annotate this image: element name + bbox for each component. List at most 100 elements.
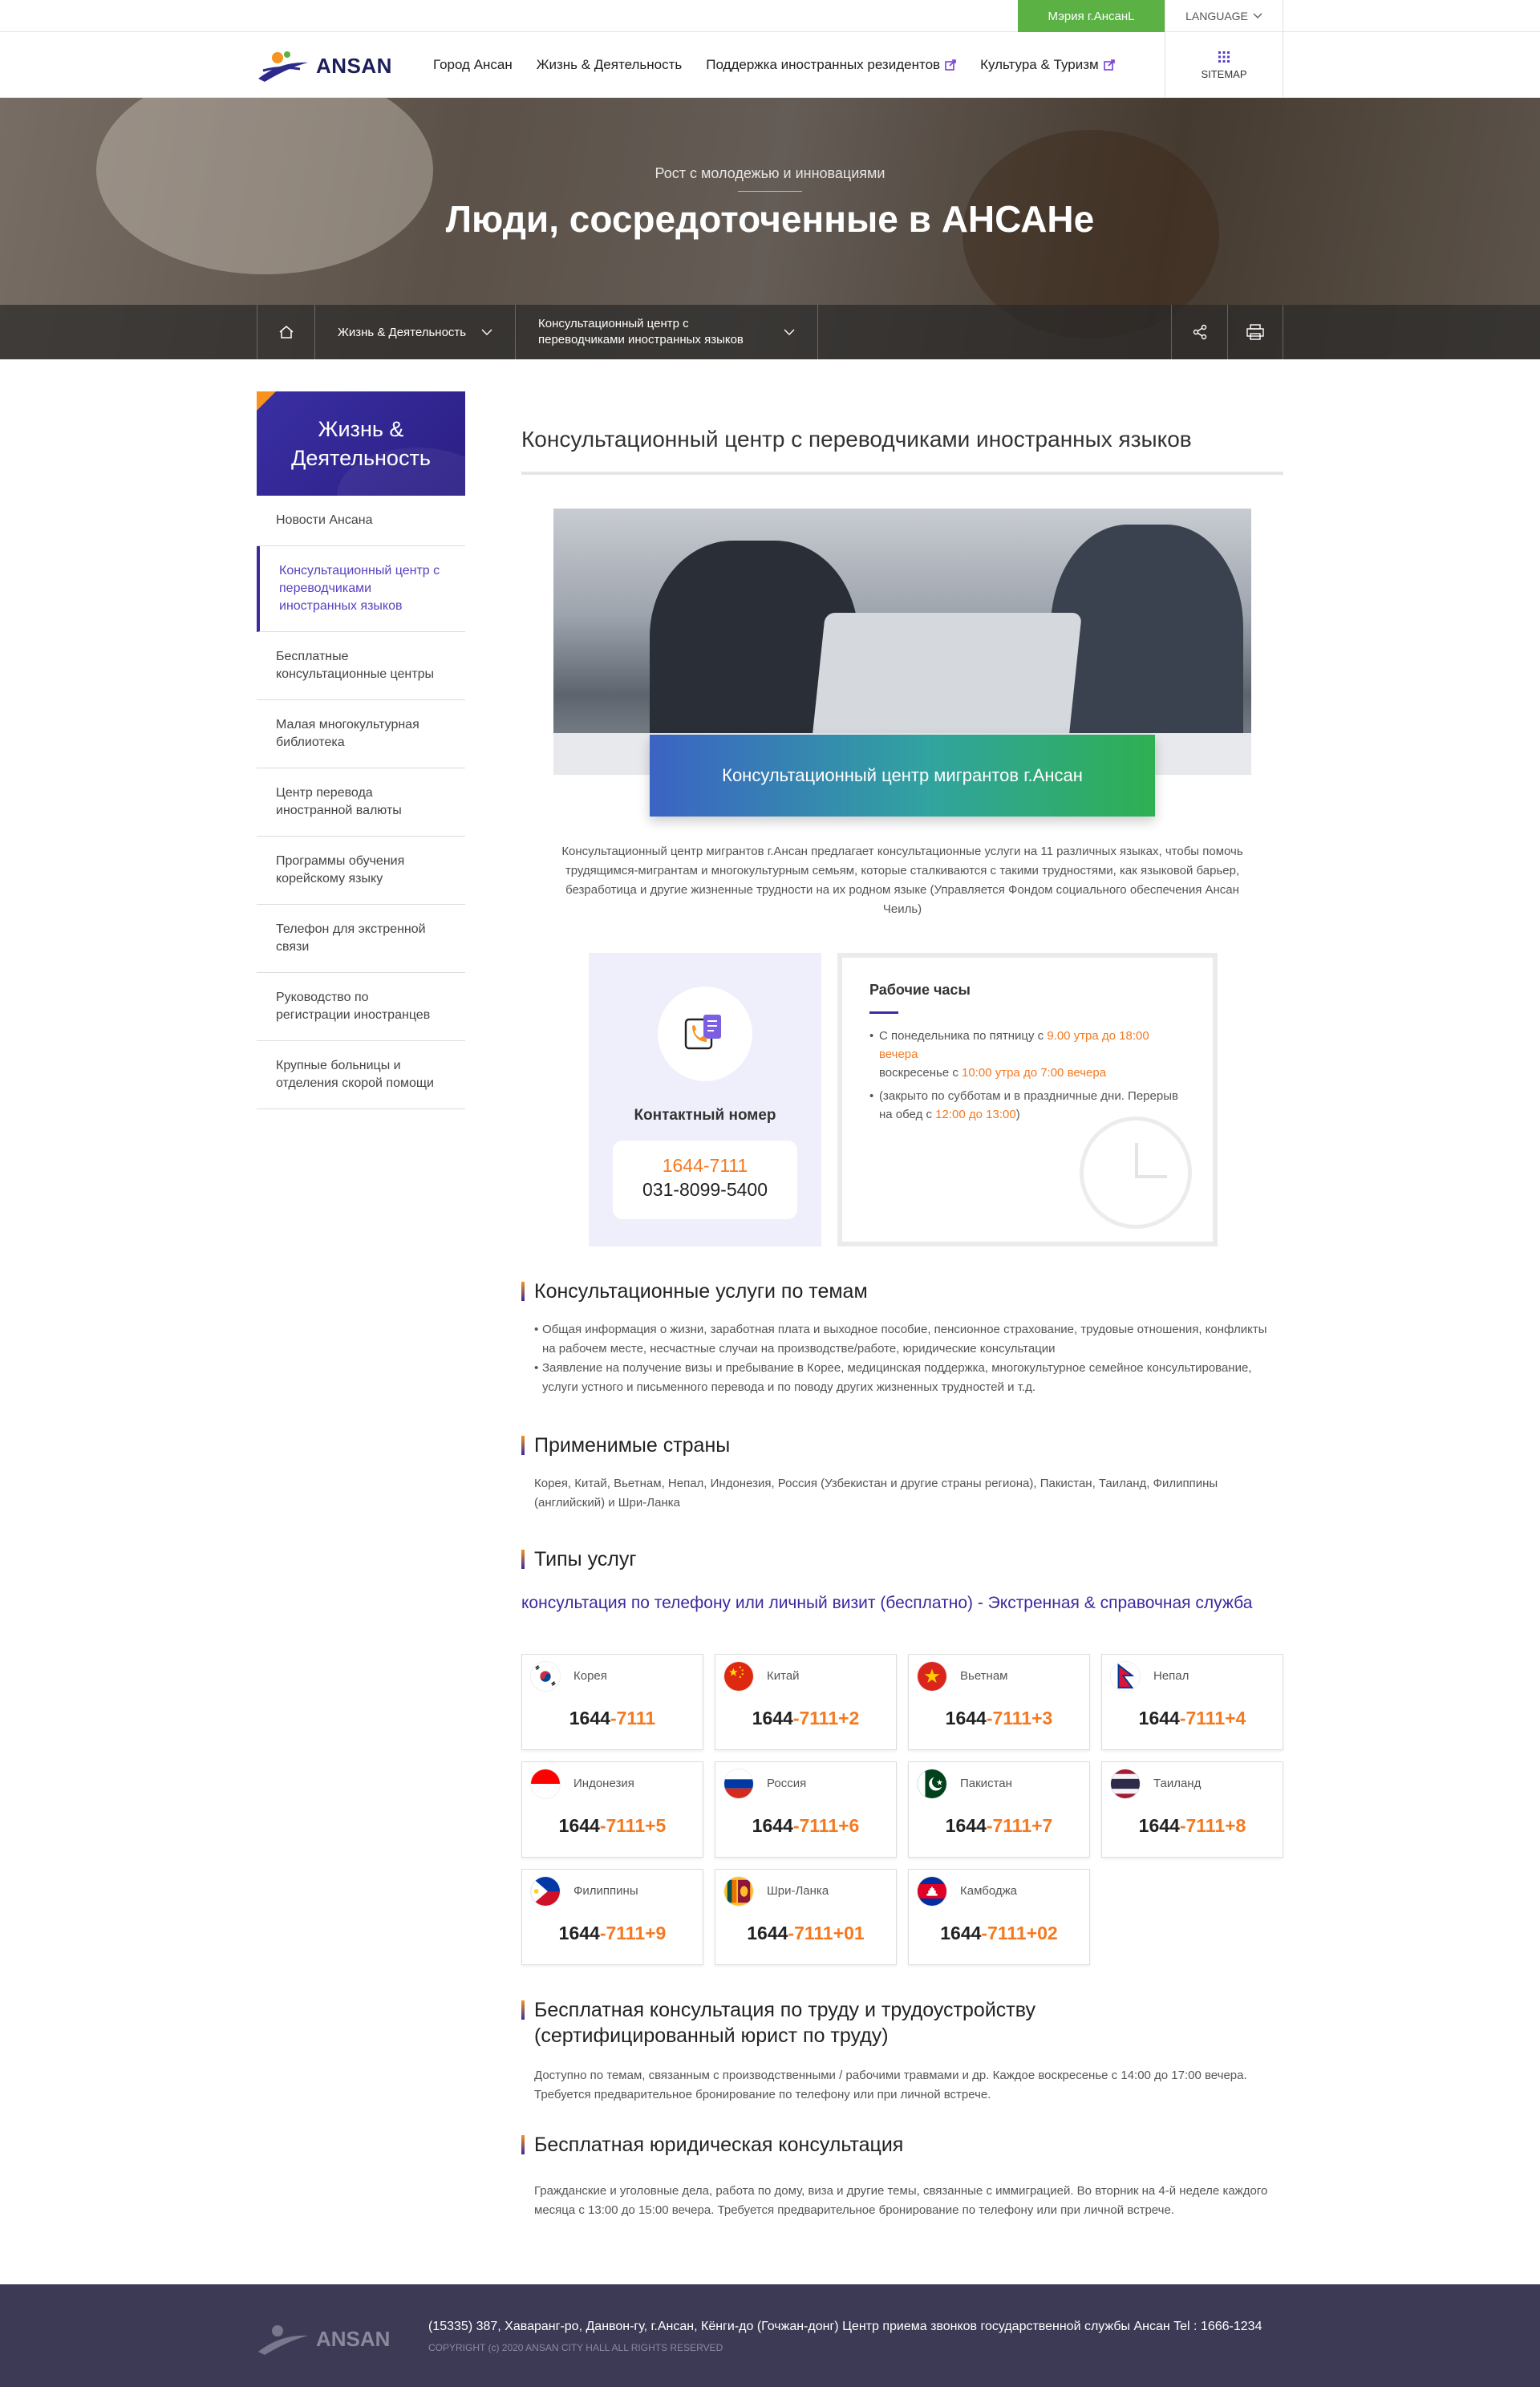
country-phone: 1644-7111+9 <box>558 1923 667 1943</box>
country-card-pakistan[interactable]: Пакистан 1644-7111+7 <box>908 1761 1090 1858</box>
sidebar-item-currency[interactable]: Центр перевода иностранной валюты <box>257 768 465 837</box>
ansan-logo-icon <box>258 2325 308 2355</box>
labor-text: Доступно по темам, связанным с производс… <box>534 2069 1247 2101</box>
nav-item-culture[interactable]: Культура & Туризм <box>980 57 1115 73</box>
hero-title: Люди, сосредоточенные в АНСАНе <box>445 198 1095 240</box>
country-card-philippines[interactable]: Филиппины 1644-7111+9 <box>521 1869 703 1965</box>
russia-flag-icon <box>723 1769 754 1799</box>
legal-text: Гражданские и уголовные дела, работа по … <box>534 2184 1268 2217</box>
cambodia-flag-icon <box>917 1876 947 1907</box>
utility-bar: Мэрия г.АнсанL LANGUAGE <box>0 0 1540 32</box>
main-nav: Город Ансан Жизнь & Деятельность Поддерж… <box>433 32 1115 98</box>
breadcrumb-home[interactable] <box>257 305 314 359</box>
china-flag-icon <box>723 1661 754 1692</box>
sidebar-item-news[interactable]: Новости Ансана <box>257 496 465 546</box>
country-card-nepal[interactable]: Непал 1644-7111+4 <box>1101 1654 1283 1750</box>
sidebar-item-emergency-phone[interactable]: Телефон для экстренной связи <box>257 905 465 973</box>
indonesia-flag-icon <box>530 1769 561 1799</box>
legal-title: Бесплатная юридическая консультация <box>521 2132 903 2158</box>
thailand-flag-icon <box>1110 1769 1141 1799</box>
country-card-sri-lanka[interactable]: Шри-Ланка 1644-7111+01 <box>715 1869 897 1965</box>
country-card-thailand[interactable]: Таиланд 1644-7111+8 <box>1101 1761 1283 1858</box>
vietnam-flag-icon <box>917 1661 947 1692</box>
topics-item: Общая информация о жизни, заработная пла… <box>534 1320 1280 1359</box>
nav-item-city[interactable]: Город Ансан <box>433 57 513 73</box>
country-card-indonesia[interactable]: Индонезия 1644-7111+5 <box>521 1761 703 1858</box>
hours-box: Рабочие часы С понедельника по пятницу с… <box>837 953 1218 1246</box>
contact-phones: 1644-7111 031-8099-5400 <box>613 1141 797 1219</box>
sidebar-item-free-consult[interactable]: Бесплатные консультационные центры <box>257 632 465 700</box>
country-card-russia[interactable]: Россия 1644-7111+6 <box>715 1761 897 1858</box>
service-types-title: Типы услуг <box>521 1546 637 1572</box>
country-card-cambodia[interactable]: Камбоджа 1644-7111+02 <box>908 1869 1090 1965</box>
footer: ANSAN (15335) 387, Хаваранг-ро, Данвон-г… <box>0 2284 1540 2387</box>
hours-weekdays: С понедельника по пятницу с 9.00 утра до… <box>869 1027 1185 1082</box>
sidebar-title: Жизнь & Деятельность <box>257 391 465 496</box>
phone-number-1[interactable]: 1644-7111 <box>613 1153 797 1177</box>
footer-copyright: COPYRIGHT (c) 2020 ANSAN CITY HALL ALL R… <box>428 2342 723 2353</box>
hero-subtitle: Рост с молодежью и инновациями <box>654 165 886 181</box>
sidebar-item-library[interactable]: Малая многокультурная библиотека <box>257 700 465 768</box>
countries-text: Корея, Китай, Вьетнам, Непал, Индонезия,… <box>534 1477 1218 1510</box>
main-content: Консультационный центр с переводчиками и… <box>521 391 1283 2217</box>
country-phone: 1644-7111+8 <box>1138 1815 1246 1836</box>
country-phone: 1644-7111+7 <box>945 1815 1053 1836</box>
phone-number-2[interactable]: 031-8099-5400 <box>613 1177 797 1202</box>
external-link-icon <box>1103 59 1115 71</box>
site-logo[interactable]: ANSAN <box>257 47 392 85</box>
contact-title: Контактный номер <box>634 1107 776 1124</box>
country-phone: 1644-7111+3 <box>945 1708 1053 1728</box>
footer-logo: ANSAN <box>257 2320 390 2358</box>
sidebar-item-translation-center[interactable]: Консультационный центр с переводчиками и… <box>257 546 465 632</box>
language-select[interactable]: LANGUAGE <box>1165 0 1283 32</box>
phone-chat-icon <box>684 1015 721 1050</box>
country-phone: 1644-7111+2 <box>752 1708 860 1728</box>
hours-title: Рабочие часы <box>869 982 971 998</box>
philippines-flag-icon <box>530 1876 561 1907</box>
countries-title: Применимые страны <box>521 1433 730 1458</box>
sitemap-label: SITEMAP <box>1201 67 1247 80</box>
sidebar-item-korean-courses[interactable]: Программы обучения корейскому языку <box>257 837 465 905</box>
country-phone: 1644-7111+6 <box>752 1815 860 1836</box>
country-card-korea[interactable]: Корея 1644-7111 <box>521 1654 703 1750</box>
grid-icon <box>1218 51 1230 63</box>
country-cards: Корея 1644-7111 Китай 1644-7111+2 Вьетна… <box>521 1654 1283 1965</box>
topics-list: Общая информация о жизни, заработная пла… <box>534 1320 1280 1397</box>
center-name-banner: Консультационный центр мигрантов г.Ансан <box>650 735 1155 817</box>
home-icon <box>279 326 293 338</box>
breadcrumb-level1[interactable]: Жизнь & Деятельность <box>314 305 515 359</box>
page-title: Консультационный центр с переводчиками и… <box>521 391 1283 475</box>
nav-item-life[interactable]: Жизнь & Деятельность <box>537 57 682 73</box>
share-button[interactable] <box>1171 305 1227 359</box>
clock-icon <box>1080 1116 1192 1229</box>
share-icon <box>1193 324 1206 340</box>
nepal-flag-icon <box>1110 1661 1141 1692</box>
pakistan-flag-icon <box>917 1769 947 1799</box>
external-link-icon <box>945 59 956 71</box>
country-phone: 1644-7111+5 <box>558 1815 667 1836</box>
topics-title: Консультационные услуги по темам <box>521 1279 868 1304</box>
topics-item: Заявление на получение визы и пребывание… <box>534 1359 1280 1397</box>
print-button[interactable] <box>1227 305 1283 359</box>
sri-lanka-flag-icon <box>723 1876 754 1907</box>
chevron-down-icon <box>784 329 795 335</box>
chevron-down-icon <box>481 329 492 335</box>
footer-address: (15335) 387, Хаваранг-ро, Данвон-гу, г.А… <box>428 2320 1262 2333</box>
service-types-subhead: консультация по телефону или личный визи… <box>521 1594 1253 1612</box>
city-hall-link[interactable]: Мэрия г.АнсанL <box>1018 0 1165 32</box>
logo-text: ANSAN <box>316 53 392 78</box>
country-card-china[interactable]: Китай 1644-7111+2 <box>715 1654 897 1750</box>
korea-flag-icon <box>530 1661 561 1692</box>
hero-banner: Рост с молодежью и инновациями Люди, сос… <box>0 98 1540 359</box>
country-card-vietnam[interactable]: Вьетнам 1644-7111+3 <box>908 1654 1090 1750</box>
nav-item-foreign-support[interactable]: Поддержка иностранных резидентов <box>706 57 956 73</box>
contact-box: Контактный номер 1644-7111 031-8099-5400 <box>589 953 821 1246</box>
breadcrumb-level2[interactable]: Консультационный центр с переводчиками ин… <box>515 305 818 359</box>
main-header: ANSAN Город Ансан Жизнь & Деятельность П… <box>0 32 1540 98</box>
labor-title: Бесплатная консультация по труду и трудо… <box>521 1997 1035 2049</box>
sidebar-item-hospitals[interactable]: Крупные больницы и отделения скорой помо… <box>257 1041 465 1109</box>
sidebar-item-registration[interactable]: Руководство по регистрации иностранцев <box>257 973 465 1041</box>
sitemap-button[interactable]: SITEMAP <box>1165 32 1283 98</box>
sidebar: Жизнь & Деятельность Новости Ансана Консу… <box>257 391 465 1109</box>
breadcrumb: Жизнь & Деятельность Консультационный це… <box>0 305 1540 359</box>
